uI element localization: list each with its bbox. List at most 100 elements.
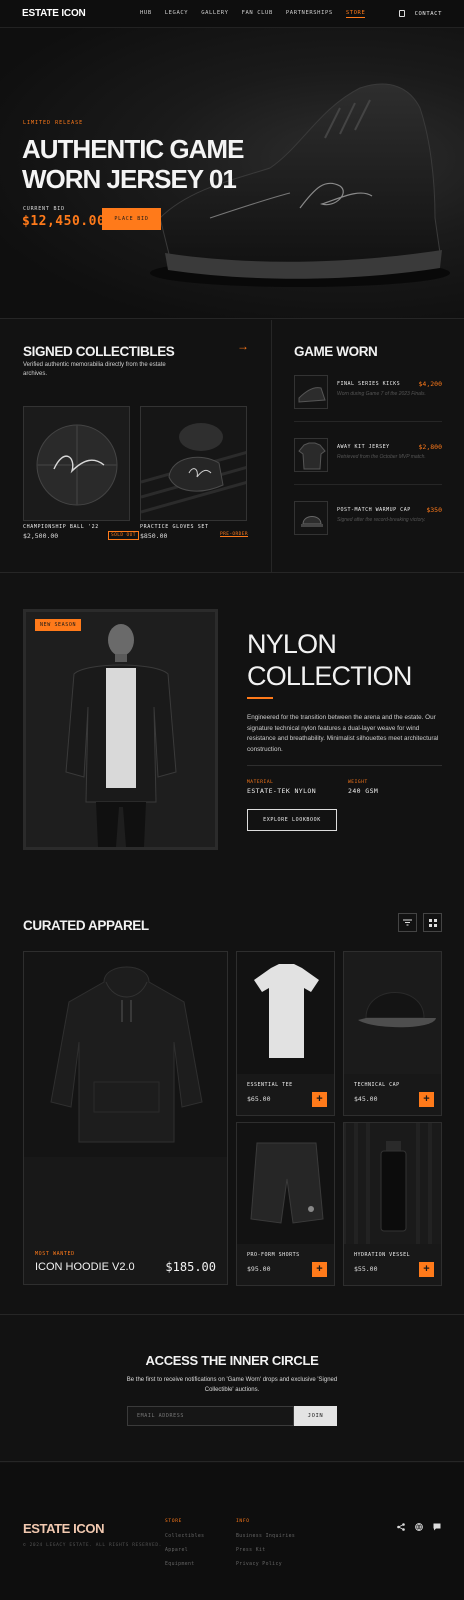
add-to-cart-button[interactable]: + bbox=[312, 1262, 327, 1277]
featured-product-name: ICON HOODIE V2.0 bbox=[35, 1261, 135, 1273]
add-to-cart-button[interactable]: + bbox=[312, 1092, 327, 1107]
nylon-title: NYLON COLLECTION bbox=[247, 628, 412, 692]
product-name: PRO-FORM SHORTS bbox=[247, 1252, 300, 1258]
hero-title: AUTHENTIC GAME WORN JERSEY 01 bbox=[22, 134, 244, 194]
nav-link-hub[interactable]: HUB bbox=[140, 10, 152, 18]
copyright: © 2024 LEGACY ESTATE. ALL RIGHTS RESERVE… bbox=[23, 1543, 162, 1548]
logo[interactable]: ESTATE ICON bbox=[22, 8, 86, 19]
accent-bar bbox=[247, 697, 273, 699]
item-price: $2,800 bbox=[418, 443, 442, 451]
game-worn-item[interactable]: FINAL SERIES KICKS Worn during Game 7 of… bbox=[294, 375, 442, 411]
card-name: PRACTICE GLOVES SET bbox=[140, 524, 209, 530]
nylon-title-line2: COLLECTION bbox=[247, 661, 412, 691]
card-price: $850.00 bbox=[140, 532, 168, 540]
item-price: $350 bbox=[426, 506, 442, 514]
product-name: ESSENTIAL TEE bbox=[247, 1082, 293, 1088]
nav-right: CONTACT bbox=[398, 10, 442, 17]
bottle-image bbox=[344, 1123, 441, 1244]
jersey-thumbnail bbox=[294, 438, 328, 472]
basketball-image[interactable] bbox=[23, 406, 130, 521]
card-price: $2,500.00 bbox=[23, 532, 59, 540]
footer-link-privacy-policy[interactable]: Privacy Policy bbox=[236, 1562, 282, 1567]
product-price: $65.00 bbox=[247, 1095, 271, 1103]
card-name: CHAMPIONSHIP BALL '22 bbox=[23, 524, 99, 530]
email-input[interactable]: EMAIL ADDRESS bbox=[127, 1406, 294, 1426]
nylon-model-image bbox=[23, 609, 218, 850]
new-season-badge: NEW SEASON bbox=[35, 619, 82, 631]
item-description: Worn during Game 7 of the 2023 Finals. bbox=[337, 391, 426, 397]
product-price: $55.00 bbox=[354, 1265, 378, 1273]
collectibles-section: SIGNED COLLECTIBLES Verified authentic m… bbox=[0, 320, 464, 573]
nav-link-store[interactable]: STORE bbox=[345, 10, 366, 18]
item-price: $4,200 bbox=[418, 380, 442, 388]
add-to-cart-button[interactable]: + bbox=[419, 1262, 434, 1277]
product-name: HYDRATION VESSEL bbox=[354, 1252, 411, 1258]
product-card[interactable]: HYDRATION VESSEL $55.00 + bbox=[343, 1122, 442, 1286]
cap-image bbox=[344, 952, 441, 1074]
join-button[interactable]: JOIN bbox=[294, 1406, 337, 1426]
divider bbox=[247, 765, 442, 766]
hero-tag: LIMITED RELEASE bbox=[23, 120, 84, 126]
arrow-right-icon[interactable]: → bbox=[237, 339, 249, 353]
newsletter-section: ACCESS THE INNER CIRCLE Be the first to … bbox=[0, 1314, 464, 1462]
tee-image bbox=[237, 952, 334, 1074]
most-wanted-tag: MOST WANTED bbox=[35, 1251, 75, 1257]
curated-apparel-title: CURATED APPAREL bbox=[23, 918, 149, 933]
signed-collectibles-title: SIGNED COLLECTIBLES bbox=[23, 344, 175, 359]
hoodie-image bbox=[24, 952, 227, 1157]
social-icons bbox=[397, 1518, 441, 1536]
footer: ESTATE ICON © 2024 LEGACY ESTATE. ALL RI… bbox=[0, 1463, 464, 1600]
footer-link-business-inquiries[interactable]: Business Inquiries bbox=[236, 1534, 295, 1539]
item-name: AWAY KIT JERSEY bbox=[337, 444, 390, 450]
sold-out-badge: SOLD OUT bbox=[108, 531, 139, 540]
footer-logo[interactable]: ESTATE ICON bbox=[23, 1521, 104, 1536]
footer-link-apparel[interactable]: Apparel bbox=[165, 1548, 188, 1553]
material-label: MATERIAL bbox=[247, 780, 274, 785]
signed-collectibles-subtitle: Verified authentic memorabilia directly … bbox=[23, 362, 166, 377]
gloves-image[interactable] bbox=[140, 406, 247, 521]
product-price: $45.00 bbox=[354, 1095, 378, 1103]
item-description: Signed after the record-breaking victory… bbox=[337, 517, 426, 523]
contact-link[interactable]: CONTACT bbox=[415, 11, 442, 17]
divider bbox=[294, 484, 442, 485]
shopping-bag-icon[interactable] bbox=[398, 10, 405, 17]
footer-link-collectibles[interactable]: Collectibles bbox=[165, 1534, 204, 1539]
material-value: ESTATE-TEK NYLON bbox=[247, 787, 317, 795]
info-heading: INFO bbox=[236, 1519, 250, 1524]
nav-links: HUB LEGACY GALLERY FAN CLUB PARTNERSHIPS… bbox=[140, 10, 366, 18]
nav-link-gallery[interactable]: GALLERY bbox=[201, 10, 228, 18]
featured-product-card[interactable]: MOST WANTED ICON HOODIE V2.0 $185.00 bbox=[23, 951, 228, 1285]
place-bid-button[interactable]: PLACE BID bbox=[102, 208, 161, 230]
product-card[interactable]: PRO-FORM SHORTS $95.00 + bbox=[236, 1122, 335, 1286]
nylon-title-line1: NYLON bbox=[247, 629, 337, 659]
footer-link-equipment[interactable]: Equipment bbox=[165, 1562, 195, 1567]
nav-link-fan-club[interactable]: FAN CLUB bbox=[242, 10, 273, 18]
add-to-cart-button[interactable]: + bbox=[419, 1092, 434, 1107]
item-name: FINAL SERIES KICKS bbox=[337, 381, 401, 387]
product-card[interactable]: ESSENTIAL TEE $65.00 + bbox=[236, 951, 335, 1116]
nylon-description: Engineered for the transition between th… bbox=[247, 714, 439, 753]
top-nav: ESTATE ICON HUB LEGACY GALLERY FAN CLUB … bbox=[0, 0, 464, 28]
item-description: Retrieved from the October MVP match. bbox=[337, 454, 426, 460]
section-divider bbox=[271, 320, 272, 573]
product-card[interactable]: TECHNICAL CAP $45.00 + bbox=[343, 951, 442, 1116]
share-icon[interactable] bbox=[397, 1518, 405, 1536]
product-name: TECHNICAL CAP bbox=[354, 1082, 400, 1088]
filter-icon[interactable] bbox=[398, 913, 417, 932]
pre-order-link[interactable]: PRE-ORDER bbox=[220, 532, 248, 537]
game-worn-item[interactable]: POST-MATCH WARMUP CAP Signed after the r… bbox=[294, 501, 442, 537]
footer-link-press-kit[interactable]: Press Kit bbox=[236, 1548, 266, 1553]
grid-view-icon[interactable] bbox=[423, 913, 442, 932]
hero-section: LIMITED RELEASE AUTHENTIC GAME WORN JERS… bbox=[0, 28, 464, 319]
explore-lookbook-button[interactable]: EXPLORE LOOKBOOK bbox=[247, 809, 337, 831]
globe-icon[interactable] bbox=[415, 1518, 423, 1536]
divider bbox=[294, 421, 442, 422]
chat-icon[interactable] bbox=[433, 1518, 441, 1536]
item-name: POST-MATCH WARMUP CAP bbox=[337, 507, 411, 513]
nav-link-partnerships[interactable]: PARTNERSHIPS bbox=[286, 10, 333, 18]
featured-product-price: $185.00 bbox=[165, 1260, 216, 1274]
game-worn-item[interactable]: AWAY KIT JERSEY Retrieved from the Octob… bbox=[294, 438, 442, 474]
shorts-image bbox=[237, 1123, 334, 1244]
nav-link-legacy[interactable]: LEGACY bbox=[165, 10, 188, 18]
newsletter-title: ACCESS THE INNER CIRCLE bbox=[145, 1353, 319, 1368]
